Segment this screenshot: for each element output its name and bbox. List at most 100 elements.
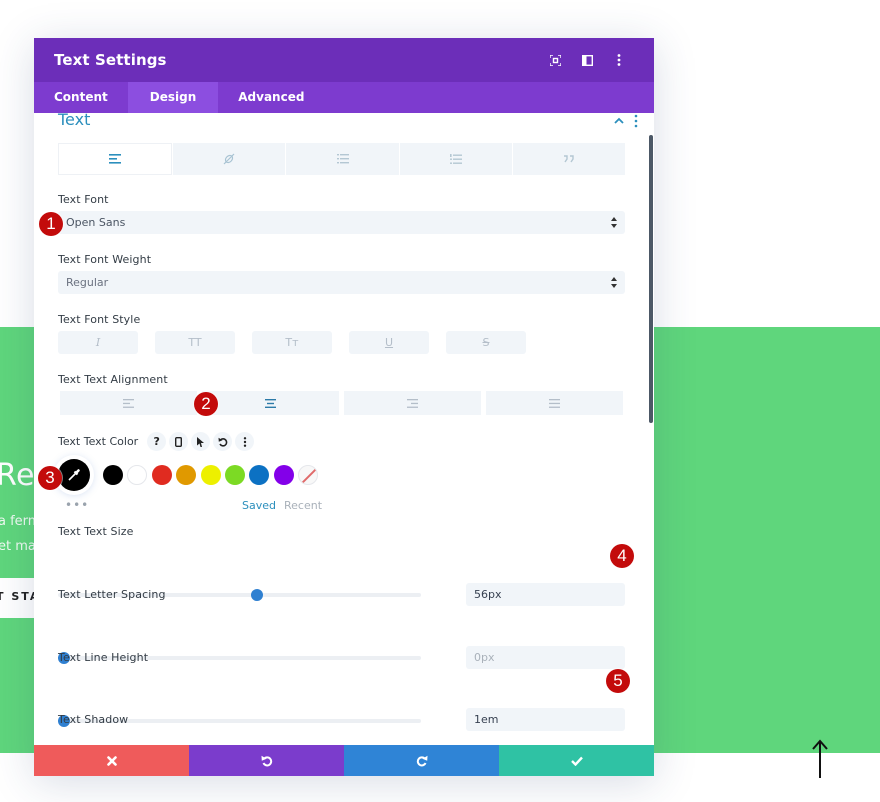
annotation-badge: 5 bbox=[606, 669, 630, 693]
text-font-style-label: Text Font Style bbox=[58, 313, 141, 326]
color-swatch[interactable] bbox=[200, 465, 221, 485]
tab-design[interactable]: Design bbox=[127, 82, 219, 113]
color-swatch[interactable] bbox=[103, 465, 123, 485]
fullscreen-icon[interactable] bbox=[540, 45, 570, 75]
line-height-label: Text Line Height bbox=[58, 651, 149, 664]
align-center-icon bbox=[265, 398, 276, 408]
text-size-label: Text Text Size bbox=[58, 525, 134, 538]
align-left-icon bbox=[123, 398, 134, 408]
text-type-tabs bbox=[58, 143, 626, 175]
checkmark-icon bbox=[570, 756, 583, 766]
smallcaps-icon: Tт bbox=[285, 336, 299, 349]
text-alignment-label: Text Text Alignment bbox=[58, 373, 168, 386]
color-picker-button[interactable] bbox=[58, 459, 90, 491]
modal-scrollbar[interactable] bbox=[649, 135, 653, 423]
section-more-icon[interactable] bbox=[633, 114, 639, 128]
italic-icon: I bbox=[95, 336, 101, 349]
hover-cursor-icon[interactable] bbox=[191, 432, 211, 451]
save-button[interactable] bbox=[499, 745, 654, 776]
align-right-button[interactable] bbox=[344, 391, 481, 415]
text-type-tab-unordered-list[interactable] bbox=[286, 143, 399, 175]
slider-thumb[interactable] bbox=[251, 589, 264, 601]
more-swatches-button[interactable]: ••• bbox=[65, 498, 89, 512]
smallcaps-button[interactable]: Tт bbox=[252, 331, 332, 354]
text-font-label: Text Font bbox=[58, 193, 109, 206]
more-vertical-icon[interactable] bbox=[604, 45, 634, 75]
text-font-weight-select[interactable]: Regular bbox=[58, 271, 625, 294]
underline-icon: U bbox=[384, 336, 394, 349]
text-type-tab-paragraph[interactable] bbox=[58, 143, 173, 175]
annotation-badge: 3 bbox=[38, 466, 62, 490]
undo-icon bbox=[261, 755, 272, 766]
strikethrough-button[interactable]: S bbox=[446, 331, 526, 354]
undo-button[interactable] bbox=[189, 745, 344, 776]
tab-advanced[interactable]: Advanced bbox=[218, 82, 324, 113]
letter-spacing-input[interactable]: 0px bbox=[466, 646, 625, 669]
color-swatch[interactable] bbox=[176, 465, 197, 485]
color-swatch[interactable] bbox=[249, 465, 270, 485]
color-swatch[interactable] bbox=[224, 465, 245, 485]
align-center-button[interactable] bbox=[202, 391, 339, 415]
hero-heading-fragment: Re bbox=[0, 458, 35, 493]
split-view-icon[interactable] bbox=[572, 45, 602, 75]
text-font-weight-value: Regular bbox=[66, 276, 109, 289]
unordered-list-icon bbox=[336, 154, 349, 164]
align-left-button[interactable] bbox=[60, 391, 197, 415]
color-swatch[interactable] bbox=[127, 465, 148, 485]
select-arrows-icon bbox=[611, 277, 617, 288]
scroll-up-arrow-icon[interactable] bbox=[812, 738, 828, 780]
select-arrows-icon bbox=[611, 217, 617, 228]
underline-button[interactable]: U bbox=[349, 331, 429, 354]
annotation-badge: 1 bbox=[39, 212, 63, 236]
redo-icon bbox=[416, 755, 427, 766]
color-swatch[interactable] bbox=[273, 465, 294, 485]
hero-paragraph-line: et ma bbox=[0, 539, 36, 554]
link-icon bbox=[223, 153, 235, 165]
text-font-select[interactable]: Open Sans bbox=[58, 211, 625, 234]
font-style-buttons: I TT Tт U S bbox=[58, 331, 543, 354]
text-font-value: Open Sans bbox=[66, 216, 126, 229]
strikethrough-icon: S bbox=[482, 336, 490, 349]
section-title-text[interactable]: Text bbox=[58, 113, 90, 129]
saved-colors-tab[interactable]: Saved bbox=[242, 499, 276, 512]
close-icon bbox=[106, 755, 117, 766]
uppercase-icon: TT bbox=[188, 336, 202, 349]
eyedropper-icon bbox=[68, 469, 80, 481]
modal-footer bbox=[34, 745, 654, 776]
tab-content[interactable]: Content bbox=[34, 82, 128, 113]
text-alignment-buttons bbox=[60, 391, 623, 415]
recent-colors-tab[interactable]: Recent bbox=[284, 499, 322, 512]
swatch-no-color[interactable] bbox=[298, 465, 319, 485]
cancel-button[interactable] bbox=[34, 745, 189, 776]
text-size-input[interactable]: 56px bbox=[466, 583, 625, 606]
modal-body: Text Text Font Open Sans Text Font Weigh… bbox=[34, 113, 654, 745]
reset-icon[interactable] bbox=[213, 432, 233, 451]
color-swatch[interactable] bbox=[151, 465, 172, 485]
text-type-tab-link[interactable] bbox=[173, 143, 286, 175]
align-justify-icon bbox=[549, 398, 560, 408]
italic-button[interactable]: I bbox=[58, 331, 138, 354]
line-height-input[interactable]: 1em bbox=[466, 708, 625, 731]
text-type-tab-quote[interactable] bbox=[512, 143, 626, 175]
text-type-tab-ordered-list[interactable] bbox=[399, 143, 512, 175]
redo-button[interactable] bbox=[344, 745, 499, 776]
text-font-weight-label: Text Font Weight bbox=[58, 253, 152, 266]
paragraph-align-icon bbox=[109, 154, 122, 164]
uppercase-button[interactable]: TT bbox=[155, 331, 235, 354]
modal-tabs: Content Design Advanced bbox=[34, 82, 654, 113]
responsive-phone-icon[interactable] bbox=[169, 432, 189, 451]
letter-spacing-label: Text Letter Spacing bbox=[58, 588, 166, 601]
align-justify-button[interactable] bbox=[486, 391, 623, 415]
help-icon[interactable]: ? bbox=[147, 432, 167, 451]
text-color-label: Text Text Color bbox=[58, 435, 139, 448]
color-swatches bbox=[103, 465, 323, 485]
text-shadow-label: Text Shadow bbox=[58, 713, 129, 726]
modal-title: Text Settings bbox=[54, 51, 167, 69]
color-options-more-icon[interactable] bbox=[235, 432, 255, 451]
modal-header: Text Settings bbox=[34, 38, 654, 82]
blockquote-icon bbox=[563, 155, 574, 163]
text-color-label-row: Text Text Color ? bbox=[58, 432, 255, 451]
annotation-badge: 2 bbox=[194, 392, 218, 416]
collapse-caret-icon[interactable] bbox=[613, 116, 625, 126]
ordered-list-icon bbox=[449, 153, 462, 164]
